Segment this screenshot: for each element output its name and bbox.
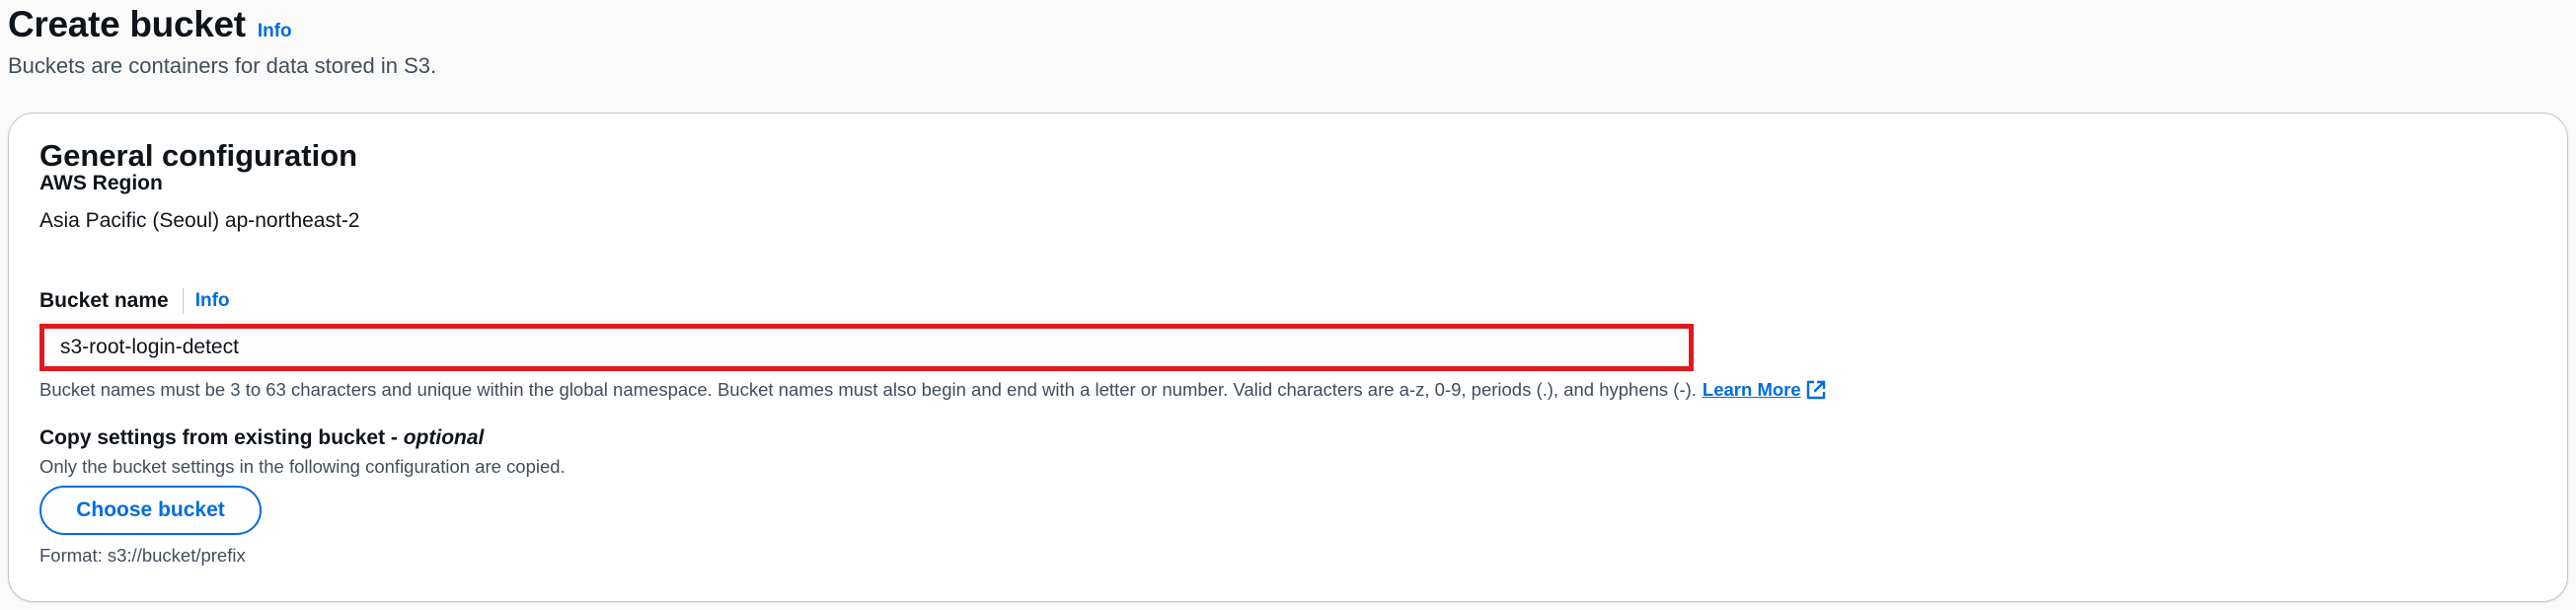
section-title: General configuration xyxy=(39,138,358,173)
bucket-name-label-row: Bucket name Info xyxy=(39,288,230,314)
create-bucket-page: Create bucket Info Buckets are container… xyxy=(0,0,2576,610)
section-header: General configuration xyxy=(39,138,357,174)
bucket-name-info-link[interactable]: Info xyxy=(195,290,230,312)
bucket-name-constraint: Bucket names must be 3 to 63 characters … xyxy=(39,379,1827,401)
page-description: Buckets are containers for data stored i… xyxy=(8,53,437,78)
choose-bucket-button[interactable]: Choose bucket xyxy=(39,486,262,535)
copy-settings-label-text: Copy settings from existing bucket - xyxy=(39,426,398,449)
label-divider xyxy=(182,288,184,314)
bucket-name-label: Bucket name xyxy=(39,289,169,312)
page-header: Create bucket Info Buckets are container… xyxy=(8,4,436,79)
optional-label: optional xyxy=(403,426,485,449)
format-hint: Format: s3://bucket/prefix xyxy=(39,545,246,566)
copy-settings-description: Only the bucket settings in the followin… xyxy=(39,456,566,477)
aws-region-label: AWS Region xyxy=(39,172,163,194)
title-row: Create bucket Info xyxy=(8,4,436,45)
learn-more-link[interactable]: Learn More xyxy=(1703,379,1801,401)
page-title: Create bucket xyxy=(8,4,246,44)
copy-settings-label: Copy settings from existing bucket - opt… xyxy=(39,426,484,450)
header-info-link[interactable]: Info xyxy=(258,21,292,42)
aws-region-value: Asia Pacific (Seoul) ap-northeast-2 xyxy=(39,209,360,232)
constraint-text: Bucket names must be 3 to 63 characters … xyxy=(39,379,1697,400)
external-link-icon[interactable] xyxy=(1805,379,1827,401)
bucket-name-input[interactable] xyxy=(39,324,1694,371)
